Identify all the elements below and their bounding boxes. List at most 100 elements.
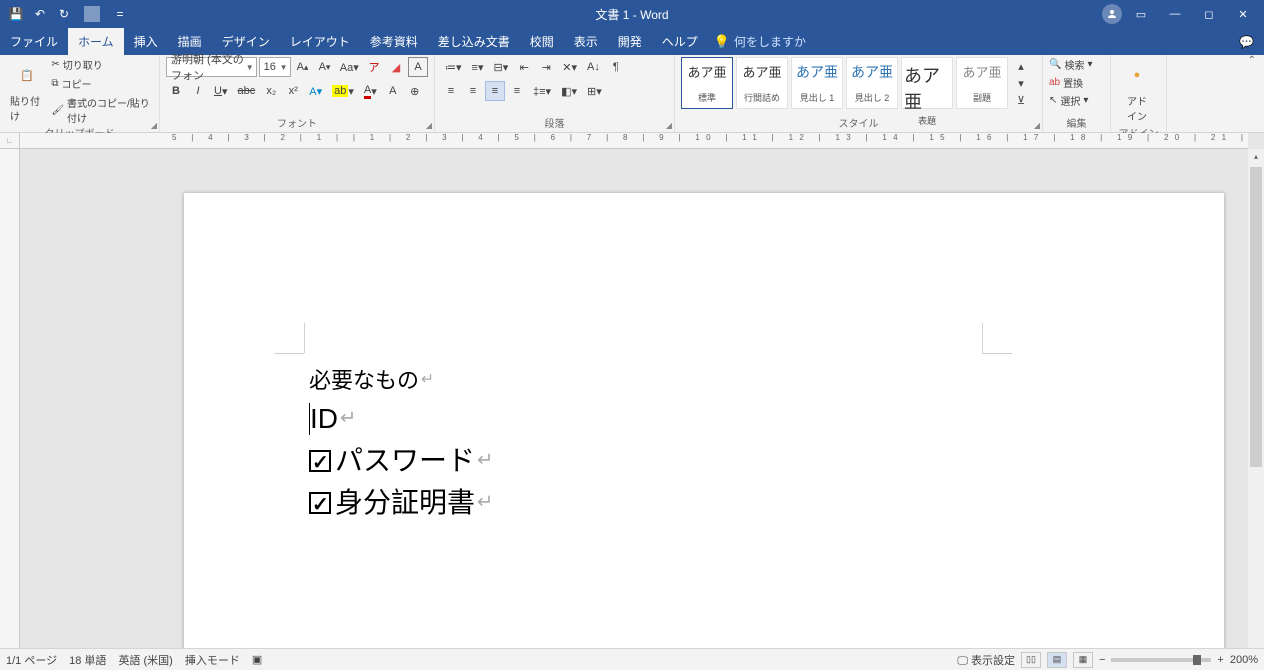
read-mode-button[interactable]: ▯▯ xyxy=(1021,652,1041,668)
zoom-in-button[interactable]: + xyxy=(1217,654,1223,666)
display-settings-button[interactable]: 🖵 表示設定 xyxy=(957,652,1015,668)
strikethrough-button[interactable]: abc xyxy=(233,81,259,101)
font-name-combo[interactable]: 游明朝 (本文のフォン▼ xyxy=(166,57,257,77)
multilevel-list-button[interactable]: ⊟▾ xyxy=(490,57,513,77)
change-case-button[interactable]: Aa▾ xyxy=(337,57,362,77)
vertical-ruler[interactable] xyxy=(0,149,20,668)
zoom-slider-thumb[interactable] xyxy=(1193,655,1201,665)
scrollbar-thumb[interactable] xyxy=(1250,167,1262,467)
shrink-font-button[interactable]: A▾ xyxy=(315,57,335,77)
select-button[interactable]: ↖選択▾ xyxy=(1049,93,1092,108)
scroll-up-icon[interactable]: ▴ xyxy=(1248,149,1264,165)
collapse-ribbon-icon[interactable]: ⌃ xyxy=(1240,55,1264,132)
font-launcher-icon[interactable]: ◢ xyxy=(426,121,432,130)
asian-layout-button[interactable]: ✕▾ xyxy=(558,57,581,77)
bold-button[interactable]: B xyxy=(166,81,186,101)
font-size-combo[interactable]: 16▼ xyxy=(259,57,291,77)
enclose-characters-button[interactable]: A xyxy=(408,57,428,77)
tab-developer[interactable]: 開発 xyxy=(608,28,652,55)
align-distribute-button[interactable]: ≡ xyxy=(507,81,527,101)
tab-help[interactable]: ヘルプ xyxy=(652,28,708,55)
ruler-corner[interactable]: ∟ xyxy=(0,133,20,149)
show-marks-button[interactable]: ¶ xyxy=(606,57,626,77)
font-color-button[interactable]: A▾ xyxy=(360,81,381,101)
styles-scroll-up-icon[interactable]: ▴ xyxy=(1011,58,1031,75)
share-button[interactable]: 💬 xyxy=(1229,28,1264,55)
decrease-indent-button[interactable]: ⇤ xyxy=(514,57,534,77)
cut-button[interactable]: ✂切り取り xyxy=(51,57,153,72)
style-normal[interactable]: あア亜標準 xyxy=(681,57,733,109)
status-insert-mode[interactable]: 挿入モード xyxy=(185,652,240,668)
page[interactable]: 必要なもの↵ ID↵ パスワード↵ 身分証明書↵ xyxy=(184,193,1224,668)
bullets-button[interactable]: ≔▾ xyxy=(441,57,466,77)
style-heading-2[interactable]: あア亜見出し 2 xyxy=(846,57,898,109)
subscript-button[interactable]: x₂ xyxy=(261,81,281,101)
styles-launcher-icon[interactable]: ◢ xyxy=(1034,121,1040,130)
tab-mailings[interactable]: 差し込み文書 xyxy=(428,28,520,55)
status-words[interactable]: 18 単語 xyxy=(69,652,106,668)
style-heading-1[interactable]: あア亜見出し 1 xyxy=(791,57,843,109)
qat-customize-icon[interactable]: = xyxy=(112,6,128,22)
sort-button[interactable]: A↓ xyxy=(583,57,604,77)
web-layout-button[interactable]: ▦ xyxy=(1073,652,1093,668)
tab-layout[interactable]: レイアウト xyxy=(280,28,360,55)
highlight-button[interactable]: ab▾ xyxy=(328,81,358,101)
format-painter-button[interactable]: 🖌書式のコピー/貼り付け xyxy=(51,95,153,125)
tab-view[interactable]: 表示 xyxy=(564,28,608,55)
style-no-spacing[interactable]: あア亜行間詰め xyxy=(736,57,788,109)
phonetic-guide-button[interactable]: ア xyxy=(364,57,384,77)
paste-button[interactable]: 📋 貼り付け xyxy=(6,57,48,125)
print-layout-button[interactable]: ▤ xyxy=(1047,652,1067,668)
character-border-button[interactable]: ⊕ xyxy=(405,81,425,101)
undo-icon[interactable]: ↶ xyxy=(32,6,48,22)
vertical-scrollbar[interactable]: ▴ ▾ xyxy=(1248,149,1264,668)
underline-button[interactable]: U▾ xyxy=(210,81,231,101)
style-subtitle[interactable]: あア亜副題 xyxy=(956,57,1008,109)
line-spacing-button[interactable]: ‡≡▾ xyxy=(529,81,555,101)
align-left-button[interactable]: ≡ xyxy=(441,81,461,101)
ribbon-display-icon[interactable]: ▭ xyxy=(1126,0,1156,28)
tab-insert[interactable]: 挿入 xyxy=(124,28,168,55)
zoom-level[interactable]: 200% xyxy=(1230,654,1258,666)
account-icon[interactable] xyxy=(1102,4,1122,24)
maximize-button[interactable]: ◻ xyxy=(1194,0,1224,28)
find-button[interactable]: 🔍検索▾ xyxy=(1049,57,1092,72)
increase-indent-button[interactable]: ⇥ xyxy=(536,57,556,77)
macro-recording-icon[interactable]: ▣ xyxy=(252,653,262,666)
clipboard-launcher-icon[interactable]: ◢ xyxy=(151,121,157,130)
styles-expand-icon[interactable]: ⊻ xyxy=(1011,92,1031,109)
minimize-button[interactable]: — xyxy=(1160,0,1190,28)
status-language[interactable]: 英語 (米国) xyxy=(118,652,172,668)
addins-button[interactable]: ● アド イン xyxy=(1117,57,1157,125)
close-button[interactable]: ✕ xyxy=(1228,0,1258,28)
save-icon[interactable]: 💾 xyxy=(8,6,24,22)
tab-review[interactable]: 校閲 xyxy=(520,28,564,55)
style-title[interactable]: あア亜表題 xyxy=(901,57,953,109)
shading-button[interactable]: ◧▾ xyxy=(557,81,581,101)
tell-me-search[interactable]: 💡 何をしますか xyxy=(714,28,806,55)
clear-formatting-button[interactable]: ◢ xyxy=(386,57,406,77)
borders-button[interactable]: ⊞▾ xyxy=(583,81,606,101)
tab-references[interactable]: 参考資料 xyxy=(360,28,428,55)
align-center-button[interactable]: ≡ xyxy=(463,81,483,101)
zoom-slider[interactable] xyxy=(1111,658,1211,662)
horizontal-ruler[interactable]: 5 | 4 | 3 | 2 | 1 | | 1 | 2 | 3 | 4 | 5 … xyxy=(20,133,1248,149)
zoom-out-button[interactable]: − xyxy=(1099,654,1105,666)
grow-font-button[interactable]: A▴ xyxy=(293,57,313,77)
italic-button[interactable]: I xyxy=(188,81,208,101)
replace-button[interactable]: ab置換 xyxy=(1049,75,1092,90)
superscript-button[interactable]: x² xyxy=(283,81,303,101)
paragraph-launcher-icon[interactable]: ◢ xyxy=(666,121,672,130)
tab-file[interactable]: ファイル xyxy=(0,28,68,55)
document-scroll[interactable]: 必要なもの↵ ID↵ パスワード↵ 身分証明書↵ xyxy=(20,149,1248,668)
text-effects-button[interactable]: A▾ xyxy=(305,81,326,101)
redo-icon[interactable]: ↻ xyxy=(56,6,72,22)
styles-scroll-down-icon[interactable]: ▾ xyxy=(1011,75,1031,92)
align-justify-button[interactable]: ≡ xyxy=(485,81,505,101)
document-content[interactable]: 必要なもの↵ ID↵ パスワード↵ 身分証明書↵ xyxy=(309,363,493,524)
tab-home[interactable]: ホーム xyxy=(68,28,124,55)
character-shading-button[interactable]: A xyxy=(383,81,403,101)
numbering-button[interactable]: ≡▾ xyxy=(468,57,488,77)
status-page[interactable]: 1/1 ページ xyxy=(6,652,57,668)
copy-button[interactable]: ⧉コピー xyxy=(51,76,153,91)
